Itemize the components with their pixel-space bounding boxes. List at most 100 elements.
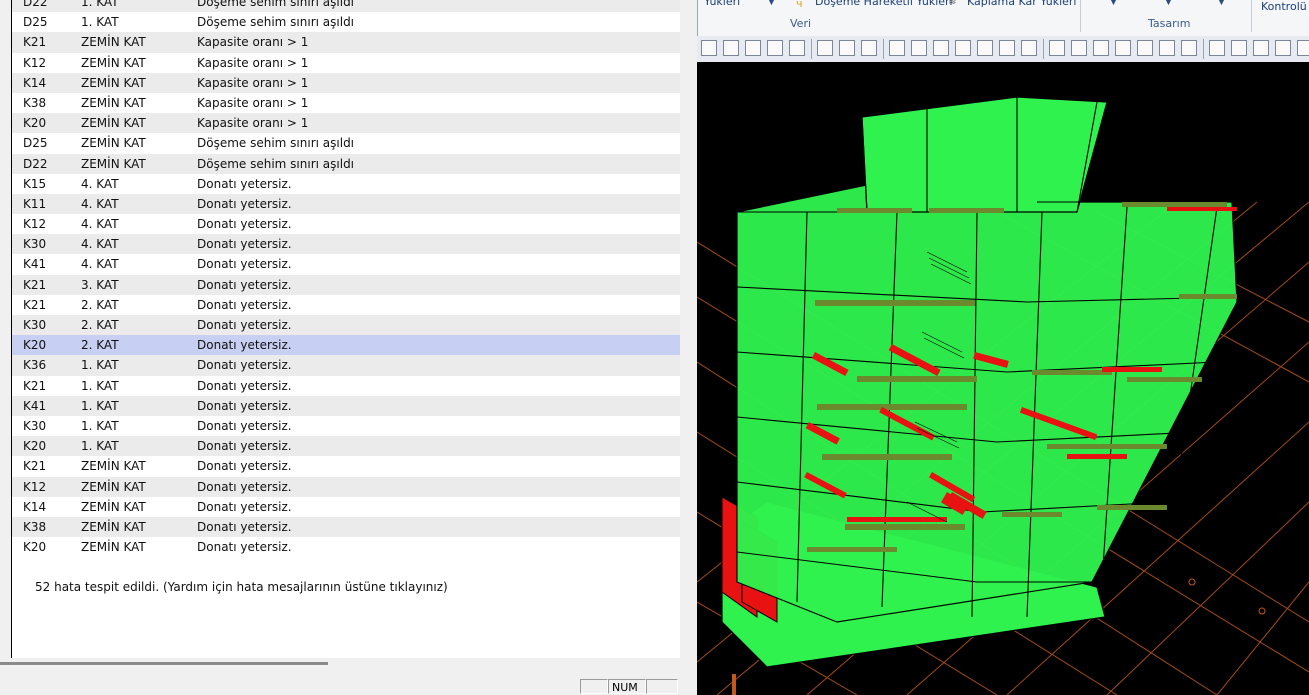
ribbon-dropdown-arrow-2[interactable]: ▼ [1110, 0, 1117, 7]
error-row[interactable]: K41 1. KAT Donatı yetersiz. [12, 395, 680, 416]
label-ui-icon[interactable] [999, 40, 1015, 56]
error-message: Donatı yetersiz. [197, 358, 292, 373]
window-icon[interactable] [839, 40, 855, 56]
axis-icon[interactable] [767, 40, 783, 56]
shear-wall-icon[interactable] [1137, 40, 1153, 56]
status-num: NUM [608, 679, 646, 694]
error-floor: 1. KAT [81, 15, 119, 30]
ribbon-dropdown-arrow-3[interactable]: ▼ [1165, 0, 1172, 7]
error-list[interactable]: D22 1. KAT Döşeme sehim sınırı aşıldı D25 1.… [12, 0, 680, 658]
ribbon-dropdown-arrow[interactable]: ▼ [768, 0, 775, 7]
error-floor: 4. KAT [81, 176, 119, 191]
toolbar-separator [1043, 39, 1044, 59]
mm-icon[interactable] [701, 40, 717, 56]
wall-icon[interactable] [1115, 40, 1131, 56]
beam-icon[interactable] [1071, 40, 1087, 56]
dimension-icon[interactable] [723, 40, 739, 56]
ribbon-group-veri: Veri [790, 17, 812, 30]
error-message: Kapasite oranı > 1 [197, 55, 309, 70]
error-row[interactable]: K11 4. KAT Donatı yetersiz. [12, 193, 680, 215]
label-x-icon[interactable] [933, 40, 949, 56]
toolbar-separator [811, 39, 812, 59]
chart-icon[interactable] [1231, 40, 1247, 56]
ribbon-separator [1080, 0, 1081, 32]
ribbon-dropdown-arrow-4[interactable]: ▼ [1218, 0, 1225, 7]
error-element-id: K21 [23, 297, 47, 312]
penthouse [861, 96, 1108, 213]
tie-beam-icon[interactable] [1181, 40, 1197, 56]
error-row[interactable]: K20 ZEMİN KAT Kapasite oranı > 1 [12, 113, 680, 134]
error-element-id: K11 [23, 196, 47, 211]
error-floor: 1. KAT [81, 0, 119, 9]
error-floor: 3. KAT [81, 277, 119, 292]
error-row[interactable]: K21 3. KAT Donatı yetersiz. [12, 274, 680, 295]
error-row[interactable]: K30 4. KAT Donatı yetersiz. [12, 234, 680, 255]
error-row[interactable]: K36 1. KAT Donatı yetersiz. [12, 355, 680, 376]
window-tile-icon[interactable] [861, 40, 877, 56]
error-message: Donatı yetersiz. [197, 297, 292, 312]
error-summary: 52 hata tespit edildi. (Yardım için hata… [35, 580, 448, 594]
section-icon[interactable] [789, 40, 805, 56]
error-row[interactable]: K14 ZEMİN KAT Donatı yetersiz. [12, 497, 680, 517]
error-message: Donatı yetersiz. [197, 439, 292, 454]
error-row[interactable]: D25 ZEMİN KAT Döşeme sehim sınırı aşıldı [12, 133, 680, 153]
error-row[interactable]: K20 2. KAT Donatı yetersiz. [12, 335, 680, 356]
error-message: Donatı yetersiz. [197, 196, 292, 211]
error-row[interactable]: K20 1. KAT Donatı yetersiz. [12, 436, 680, 457]
error-element-id: K30 [23, 418, 47, 433]
error-row[interactable]: K12 ZEMİN KAT Donatı yetersiz. [12, 476, 680, 497]
error-floor: ZEMİN KAT [81, 519, 146, 534]
error-row[interactable]: K21 1. KAT Donatı yetersiz. [12, 376, 680, 396]
error-element-id: D25 [23, 15, 48, 30]
error-element-id: K38 [23, 95, 47, 110]
ribbon-item-yukleri[interactable]: Yükleri [704, 0, 740, 8]
error-message: Donatı yetersiz. [197, 217, 292, 232]
error-element-id: D22 [23, 0, 48, 9]
ribbon-item-doseme-hareketli[interactable]: Döşeme Hareketli Yükleri [815, 0, 953, 8]
curve-icon[interactable] [1253, 40, 1269, 56]
error-element-id: K36 [23, 358, 47, 373]
error-row[interactable]: K21 ZEMİN KAT Donatı yetersiz. [12, 456, 680, 476]
error-floor: 4. KAT [81, 217, 119, 232]
error-row[interactable]: K14 ZEMİN KAT Kapasite oranı > 1 [12, 72, 680, 93]
slab-icon[interactable] [1093, 40, 1109, 56]
ribbon-item-kaplama-kar[interactable]: Kaplama Kar Yükleri [967, 0, 1076, 8]
3d-view-icon[interactable] [817, 40, 833, 56]
column-icon[interactable] [1049, 40, 1065, 56]
diagram-icon[interactable] [1209, 40, 1225, 56]
error-row[interactable]: D22 ZEMİN KAT Döşeme sehim sınırı aşıldı [12, 153, 680, 174]
error-row[interactable]: K21 2. KAT Donatı yetersiz. [12, 295, 680, 315]
error-row[interactable]: K38 ZEMİN KAT Kapasite oranı > 1 [12, 93, 680, 113]
lightning-icon[interactable] [1297, 40, 1309, 56]
elevation-icon[interactable] [745, 40, 761, 56]
zoom-icon[interactable] [911, 40, 927, 56]
error-row[interactable]: K20 ZEMİN KAT Donatı yetersiz. [12, 537, 680, 557]
error-row[interactable]: K21 ZEMİN KAT Kapasite oranı > 1 [12, 32, 680, 53]
foundation-icon[interactable] [1159, 40, 1175, 56]
horizontal-scrollbar[interactable] [0, 662, 328, 665]
error-row[interactable]: K41 4. KAT Donatı yetersiz. [12, 254, 680, 274]
error-message: Donatı yetersiz. [197, 176, 292, 191]
ribbon-item-kontrolu[interactable]: Kontrolü [1261, 0, 1307, 13]
error-message: Donatı yetersiz. [197, 338, 292, 353]
error-row[interactable]: D22 1. KAT Döşeme sehim sınırı aşıldı [12, 0, 680, 13]
error-row[interactable]: K12 4. KAT Donatı yetersiz. [12, 214, 680, 234]
label-z-icon[interactable] [955, 40, 971, 56]
error-row[interactable]: K30 1. KAT Donatı yetersiz. [12, 416, 680, 436]
error-row[interactable]: K38 ZEMİN KAT Donatı yetersiz. [12, 516, 680, 538]
error-element-id: K20 [23, 338, 47, 353]
error-floor: ZEMİN KAT [81, 55, 146, 70]
label-3r-icon[interactable] [977, 40, 993, 56]
error-floor: ZEMİN KAT [81, 540, 146, 555]
hatch-icon[interactable] [1275, 40, 1291, 56]
error-row[interactable]: K12 ZEMİN KAT Kapasite oranı > 1 [12, 53, 680, 73]
error-row[interactable]: D25 1. KAT Döşeme sehim sınırı aşıldı [12, 12, 680, 32]
error-row[interactable]: K30 2. KAT Donatı yetersiz. [12, 315, 680, 336]
3d-viewport[interactable] [697, 62, 1309, 695]
pan-icon[interactable] [889, 40, 905, 56]
axis-marker [1188, 578, 1196, 586]
error-row[interactable]: K15 4. KAT Donatı yetersiz. [12, 174, 680, 194]
error-floor: ZEMİN KAT [81, 459, 146, 474]
dropdown-icon[interactable] [1021, 40, 1037, 56]
error-element-id: K21 [23, 378, 47, 393]
